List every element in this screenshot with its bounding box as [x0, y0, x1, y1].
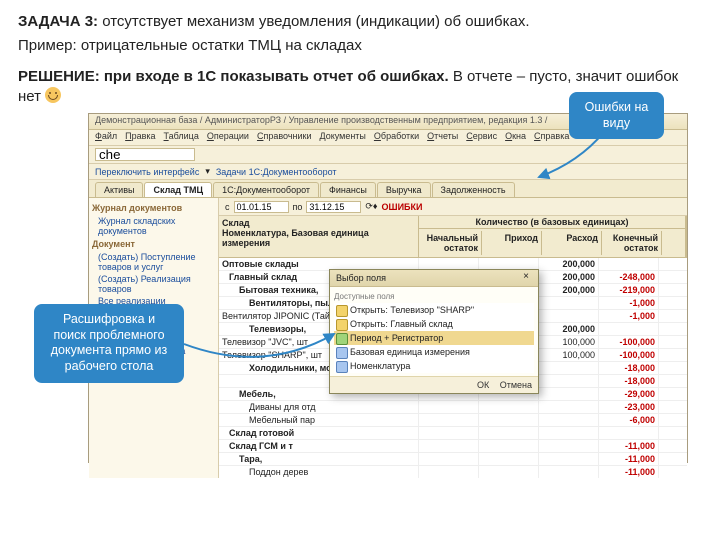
sidebar-item[interactable]: Журнал складских документов: [92, 215, 215, 237]
tab-1[interactable]: Склад ТМЦ: [144, 182, 212, 197]
sidebar-item[interactable]: (Создать) Реализация товаров: [92, 273, 215, 295]
date-bar[interactable]: с по ⟳♦ ОШИБКИ: [219, 198, 687, 216]
menu-Сервис[interactable]: Сервис: [466, 131, 497, 144]
menu-Отчеты[interactable]: Отчеты: [427, 131, 458, 144]
popup-item[interactable]: Открыть: Телевизор "SHARP": [334, 303, 534, 317]
refresh-icon[interactable]: ⟳♦: [365, 201, 377, 212]
callout-drilldown: Расшифровка и поиск проблемного документ…: [34, 304, 184, 383]
tabs[interactable]: АктивыСклад ТМЦ1С:ДокументооборотФинансы…: [89, 180, 687, 198]
menu-Документы[interactable]: Документы: [320, 131, 366, 144]
table-row[interactable]: Склад ГСМ и т-11,000: [219, 440, 687, 453]
popup-section: Доступные поля: [334, 292, 534, 301]
ok-button[interactable]: ОК: [477, 380, 489, 390]
smile-icon: [45, 87, 61, 103]
table-row[interactable]: Мебельный пар-6,000: [219, 414, 687, 427]
sidebar-group: Журнал документов: [92, 203, 215, 213]
task-example: Пример: отрицательные остатки ТМЦ на скл…: [18, 36, 702, 56]
switch-ui-link[interactable]: Переключить интерфейс: [95, 167, 199, 177]
menu-Файл[interactable]: Файл: [95, 131, 117, 144]
menu-Таблица[interactable]: Таблица: [164, 131, 199, 144]
popup-title: Выбор поля: [336, 273, 386, 283]
search-input[interactable]: [95, 148, 195, 161]
tab-4[interactable]: Выручка: [377, 182, 431, 197]
popup-item[interactable]: Номенклатура: [334, 359, 534, 373]
popup-item[interactable]: Открыть: Главный склад: [334, 317, 534, 331]
field-picker-popup[interactable]: Выбор поля × Доступные поля Открыть: Тел…: [329, 269, 539, 394]
popup-item[interactable]: Период + Регистратор: [334, 331, 534, 345]
date-from[interactable]: [234, 201, 289, 213]
callout-errors-visible: Ошибки на виду: [569, 92, 664, 139]
date-to[interactable]: [306, 201, 361, 213]
popup-item[interactable]: Базовая единица измерения: [334, 345, 534, 359]
menu-Окна[interactable]: Окна: [505, 131, 526, 144]
close-icon[interactable]: ×: [520, 272, 532, 284]
table-row[interactable]: Поддон дерев-11,000: [219, 466, 687, 478]
menu-Правка[interactable]: Правка: [125, 131, 155, 144]
table-row[interactable]: Склад готовой: [219, 427, 687, 440]
table-row[interactable]: Тара,-11,000: [219, 453, 687, 466]
sidebar-item[interactable]: (Создать) Поступление товаров и услуг: [92, 251, 215, 273]
tab-0[interactable]: Активы: [95, 182, 143, 197]
task-title: ЗАДАЧА 3: отсутствует механизм уведомлен…: [18, 12, 702, 32]
menu-Справочники[interactable]: Справочники: [257, 131, 312, 144]
tab-2[interactable]: 1С:Документооборот: [213, 182, 319, 197]
toolbar[interactable]: [89, 146, 687, 164]
errors-label: ОШИБКИ: [382, 202, 423, 212]
table-row[interactable]: Диваны для отд-23,000: [219, 401, 687, 414]
app-window: Демонстрационная база / АдминистраторРЗ …: [88, 113, 688, 463]
menu-Операции[interactable]: Операции: [207, 131, 249, 144]
menu-Обработки[interactable]: Обработки: [374, 131, 419, 144]
menu-Справка[interactable]: Справка: [534, 131, 569, 144]
toolbar2[interactable]: Переключить интерфейс ▾ Задачи 1С:Докуме…: [89, 164, 687, 180]
sidebar-group: Документ: [92, 239, 215, 249]
tab-5[interactable]: Задолженность: [432, 182, 515, 197]
docflow-link[interactable]: Задачи 1С:Документооборот: [216, 167, 337, 177]
tab-3[interactable]: Финансы: [320, 182, 376, 197]
cancel-button[interactable]: Отмена: [500, 380, 532, 390]
